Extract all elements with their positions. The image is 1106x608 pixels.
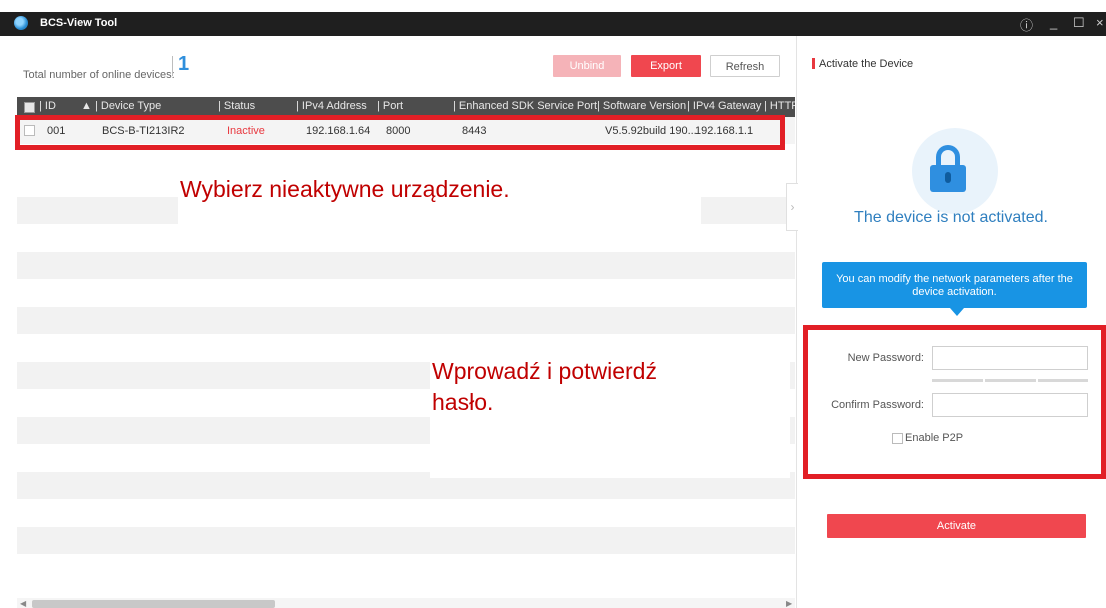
close-icon[interactable]: × (1096, 15, 1104, 30)
column-header-id[interactable]: | ID (39, 100, 56, 112)
column-header-sdk-port[interactable]: | Enhanced SDK Service Port (453, 100, 597, 112)
table-header: | ID ▲ | Device Type | Status | IPv4 Add… (17, 97, 795, 117)
annotation-enter-password: Wprowadź i potwierdź (432, 358, 657, 384)
heading-accent (812, 58, 815, 69)
scrollbar-thumb[interactable] (32, 600, 275, 608)
info-tooltip: You can modify the network parameters af… (822, 262, 1087, 308)
app-title: BCS-View Tool (40, 17, 118, 29)
app-logo-icon (14, 16, 28, 30)
empty-row (17, 527, 795, 554)
annotation-enter-password: hasło. (432, 389, 494, 415)
column-header-ipv4[interactable]: | IPv4 Address (296, 100, 367, 112)
minimize-icon[interactable]: _ (1050, 15, 1057, 30)
column-header-port[interactable]: | Port (377, 100, 403, 112)
scroll-right-icon[interactable]: ▶ (786, 599, 792, 608)
sort-up-icon: ▲ (81, 100, 92, 112)
empty-row (17, 252, 795, 279)
highlight-frame (15, 115, 785, 150)
highlight-frame (803, 325, 1106, 479)
export-button[interactable]: Export (631, 55, 701, 77)
lock-keyhole (945, 172, 951, 183)
info-icon[interactable]: ⓘ (1020, 15, 1033, 34)
annotation-select-device: Wybierz nieaktywne urządzenie. (180, 176, 510, 202)
column-header-http[interactable]: | HTTP (764, 100, 795, 112)
activate-button[interactable]: Activate (827, 514, 1086, 538)
refresh-button[interactable]: Refresh (710, 55, 780, 77)
column-header-gateway[interactable]: | IPv4 Gateway (687, 100, 761, 112)
divider (172, 56, 173, 76)
total-devices-count: 1 (178, 53, 190, 75)
total-devices-label: Total number of online devices: (23, 69, 175, 81)
select-all-checkbox[interactable] (24, 102, 35, 113)
panel-heading: Activate the Device (819, 58, 914, 70)
column-header-device-type[interactable]: ▲ | Device Type (81, 100, 161, 112)
tooltip-arrow (950, 308, 964, 316)
device-status-text: The device is not activated. (854, 209, 1048, 226)
unbind-button[interactable]: Unbind (553, 55, 621, 77)
column-header-status[interactable]: | Status (218, 100, 255, 112)
scroll-left-icon[interactable]: ◀ (20, 599, 26, 608)
empty-row (17, 307, 795, 334)
maximize-icon[interactable]: ☐ (1073, 15, 1085, 31)
column-header-software-version[interactable]: | Software Version (597, 100, 686, 112)
title-bar: BCS-View Tool ⓘ _ ☐ × (0, 12, 1106, 36)
